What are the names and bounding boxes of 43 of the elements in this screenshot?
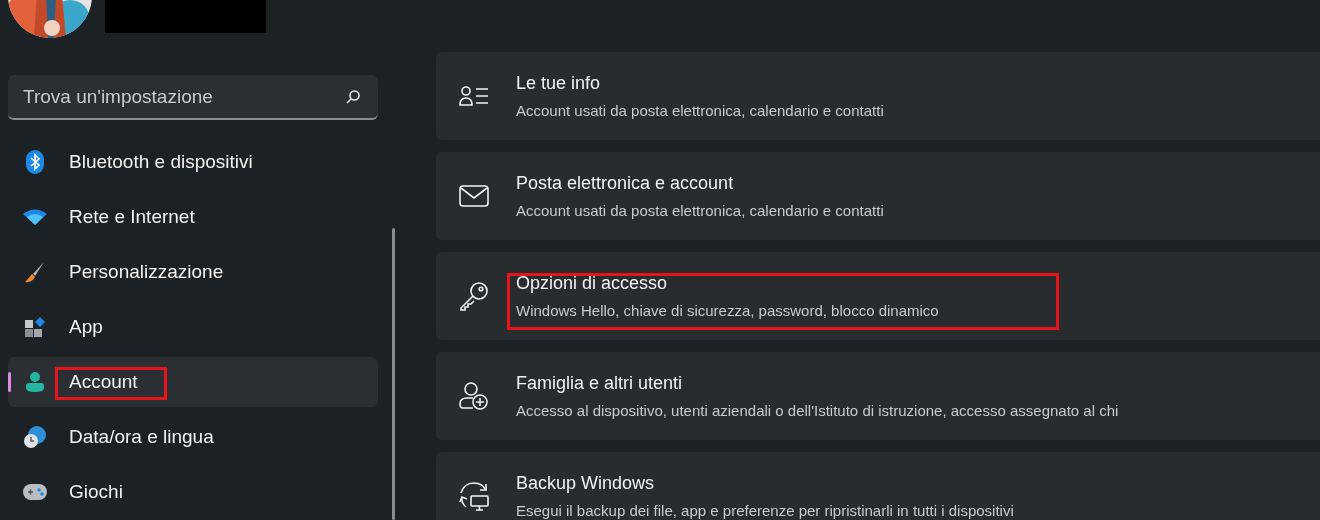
settings-card[interactable]: Opzioni di accesso Windows Hello, chiave di sicurezza, password, blocco dinamico	[436, 252, 1320, 340]
setting-title: Backup Windows	[516, 471, 656, 495]
nav-label: Rete e Internet	[69, 204, 195, 229]
nav-item[interactable]: Bluetooth e dispositivi	[8, 137, 378, 187]
setting-title: Opzioni di accesso	[516, 271, 669, 295]
nav-item[interactable]: Giochi	[8, 467, 378, 517]
nav-item[interactable]: Account	[8, 357, 378, 407]
setting-title: Famiglia e altri utenti	[516, 371, 684, 395]
selection-indicator	[8, 372, 11, 392]
settings-card[interactable]: Posta elettronica e account Account usati da posta elettronica, calendario e contatti	[436, 152, 1320, 240]
setting-description: Account usati da posta elettronica, calendario e contatti	[516, 100, 884, 121]
setting-title: Le tue info	[516, 71, 602, 95]
nav-label: Account	[69, 369, 138, 394]
setting-description: Account usati da posta elettronica, calendario e contatti	[516, 200, 884, 221]
mail-icon	[459, 184, 489, 208]
key-icon	[459, 281, 489, 311]
setting-title: Posta elettronica e account	[516, 171, 735, 195]
search-icon	[345, 89, 361, 105]
backup-icon	[458, 481, 490, 511]
settings-card[interactable]: Backup Windows Esegui il backup dei file, app e preferenze per ripristinarli in tutti i dispositivi	[436, 452, 1320, 520]
nav-label: Data/ora e lingua	[69, 424, 214, 449]
nav-label: Bluetooth e dispositivi	[69, 149, 253, 174]
setting-description: Accesso al dispositivo, utenti aziendali o dell'Istituto di istruzione, accesso assegnato al chi	[516, 400, 1119, 421]
gamepad-icon	[23, 484, 47, 500]
setting-description: Windows Hello, chiave di sicurezza, password, blocco dinamico	[516, 300, 939, 321]
apps-icon	[25, 317, 45, 337]
nav-label: Personalizzazione	[69, 259, 224, 284]
person-list-icon	[459, 85, 489, 107]
setting-description: Esegui il backup dei file, app e preferenze per ripristinarli in tutti i dispositivi	[516, 500, 1014, 520]
nav-label: App	[69, 314, 103, 339]
nav-item[interactable]: Rete e Internet	[8, 192, 378, 242]
settings-card[interactable]: Le tue info Account usati da posta elettronica, calendario e contatti	[436, 52, 1320, 140]
search-field[interactable]: Trova un'impostazione	[8, 75, 378, 120]
bluetooth-icon	[26, 150, 44, 174]
nav-label: Giochi	[69, 479, 123, 504]
settings-card[interactable]: Famiglia e altri utenti Accesso al dispositivo, utenti aziendali o dell'Istituto di istruzione, accesso assegnato al chi	[436, 352, 1320, 440]
globe-clock-icon	[23, 425, 47, 449]
person-add-icon	[459, 381, 489, 411]
person-icon	[25, 371, 45, 393]
nav-item[interactable]: Data/ora e lingua	[8, 412, 378, 462]
nav-item[interactable]: App	[8, 302, 378, 352]
nav-item[interactable]: Personalizzazione	[8, 247, 378, 297]
wifi-icon	[23, 209, 47, 225]
